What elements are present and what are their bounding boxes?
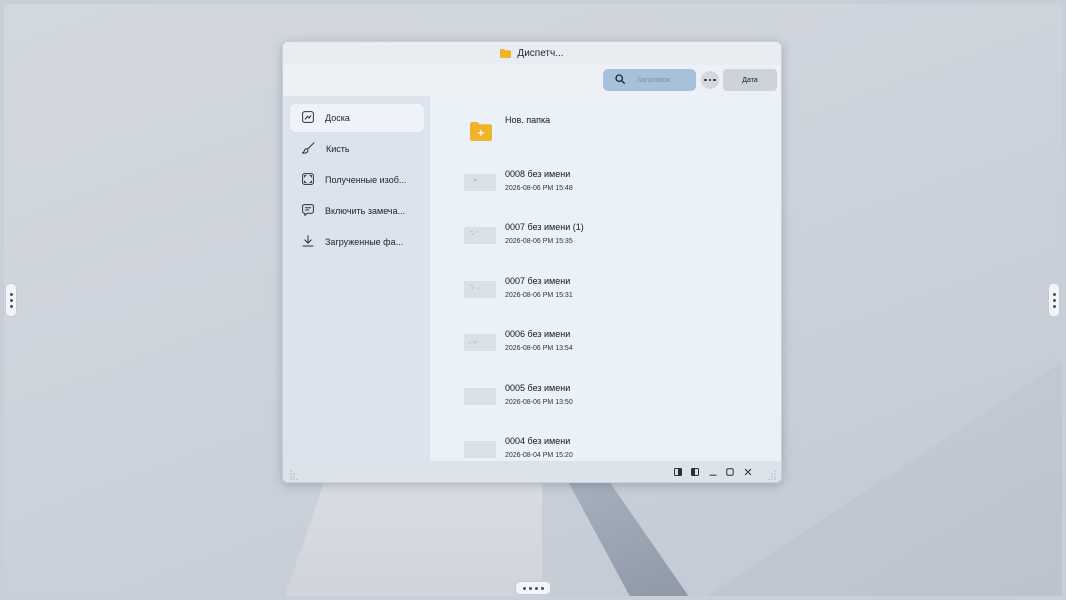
window-titlebar[interactable]: Диспетч...: [283, 42, 781, 65]
sidebar-item-notes[interactable]: Включить замеча...: [290, 197, 424, 225]
file-timestamp: 2026-08-06 PM 15:35: [505, 238, 573, 245]
file-name: 0006 без имени: [505, 329, 571, 339]
file-name: 0008 без имени: [505, 169, 571, 179]
brush-icon: [302, 142, 315, 156]
wallpaper-shape: [564, 474, 694, 596]
file-timestamp: 2026-08-06 PM 15:31: [505, 292, 573, 299]
sidebar-item-brush[interactable]: Кисть: [290, 135, 424, 163]
more-options-button[interactable]: [701, 71, 719, 89]
wallpaper-shape: [282, 474, 542, 596]
window-body: Доска Кисть Полученные изоб... Включить …: [283, 96, 781, 461]
list-item-file[interactable]: 0007 без имени (1) 2026-08-06 PM 15:35: [464, 219, 764, 259]
file-timestamp: 2026-08-06 PM 13:50: [505, 399, 573, 406]
list-item-file[interactable]: 0007 без имени 2026-08-06 PM 15:31: [464, 273, 764, 313]
file-name: 0004 без имени: [505, 436, 571, 446]
more-icon: [704, 78, 716, 82]
sidebar-item-label: Загруженные фа...: [325, 237, 404, 247]
file-thumbnail: [464, 441, 496, 458]
file-timestamp: 2026-08-06 PM 13:54: [505, 345, 573, 352]
sidebar: Доска Кисть Полученные изоб... Включить …: [283, 96, 430, 461]
list-item-file[interactable]: 0008 без имени 2026-08-06 PM 15:48: [464, 166, 764, 206]
file-name: 0005 без имени: [505, 383, 571, 393]
resize-grip-icon[interactable]: [290, 467, 300, 480]
file-name: 0007 без имени: [505, 276, 571, 286]
file-list: Нов. папка 0008 без имени 2026-08-06 PM …: [430, 96, 781, 461]
file-timestamp: 2026-08-06 PM 15:48: [505, 185, 573, 192]
maximize-icon[interactable]: [725, 467, 735, 477]
folder-icon: [500, 49, 512, 58]
window-statusbar: [283, 461, 781, 482]
sidebar-item-downloads[interactable]: Загруженные фа...: [290, 228, 424, 256]
left-edge-handle[interactable]: [5, 283, 17, 317]
capture-icon: [302, 173, 314, 187]
list-item-folder[interactable]: Нов. папка: [464, 112, 764, 152]
window-title: Диспетч...: [517, 48, 564, 59]
file-manager-window: Диспетч... Дата Доска Кис: [282, 41, 782, 483]
file-thumbnail: [464, 281, 496, 298]
close-icon[interactable]: [743, 467, 753, 477]
file-thumbnail: [464, 388, 496, 405]
list-item-file[interactable]: 0004 без имени 2026-08-04 PM 15:20: [464, 433, 764, 461]
list-item-file[interactable]: 0005 без имени 2026-08-06 PM 13:50: [464, 380, 764, 420]
toolbar: Дата: [283, 65, 781, 96]
file-thumbnail: [464, 227, 496, 244]
file-name: Нов. папка: [505, 115, 551, 125]
list-item-file[interactable]: 0006 без имени 2026-08-06 PM 13:54: [464, 326, 764, 366]
sidebar-item-label: Кисть: [326, 144, 350, 154]
sidebar-item-label: Включить замеча...: [325, 206, 406, 216]
file-name: 0007 без имени (1): [505, 222, 584, 232]
sidebar-item-captures[interactable]: Полученные изоб...: [290, 166, 424, 194]
search-input[interactable]: [635, 75, 699, 85]
file-thumbnail: [464, 334, 496, 351]
file-timestamp: 2026-08-04 PM 15:20: [505, 452, 573, 459]
right-edge-handle[interactable]: [1048, 283, 1060, 317]
new-folder-icon: [470, 122, 492, 141]
snap-left-icon[interactable]: [673, 467, 683, 477]
resize-grip-icon[interactable]: [766, 467, 776, 480]
bottom-edge-handle[interactable]: [515, 581, 551, 595]
snap-right-icon[interactable]: [690, 467, 700, 477]
sort-by-date-button[interactable]: Дата: [723, 69, 777, 91]
sidebar-item-label: Полученные изоб...: [325, 175, 407, 185]
minimize-icon[interactable]: [708, 467, 718, 477]
sidebar-item-board[interactable]: Доска: [290, 104, 424, 132]
search-box[interactable]: [603, 69, 699, 91]
download-icon: [302, 235, 314, 249]
note-icon: [302, 204, 314, 218]
search-icon: [615, 71, 625, 89]
file-thumbnail: [464, 174, 496, 191]
sidebar-item-label: Доска: [325, 113, 350, 123]
board-icon: [302, 111, 314, 125]
